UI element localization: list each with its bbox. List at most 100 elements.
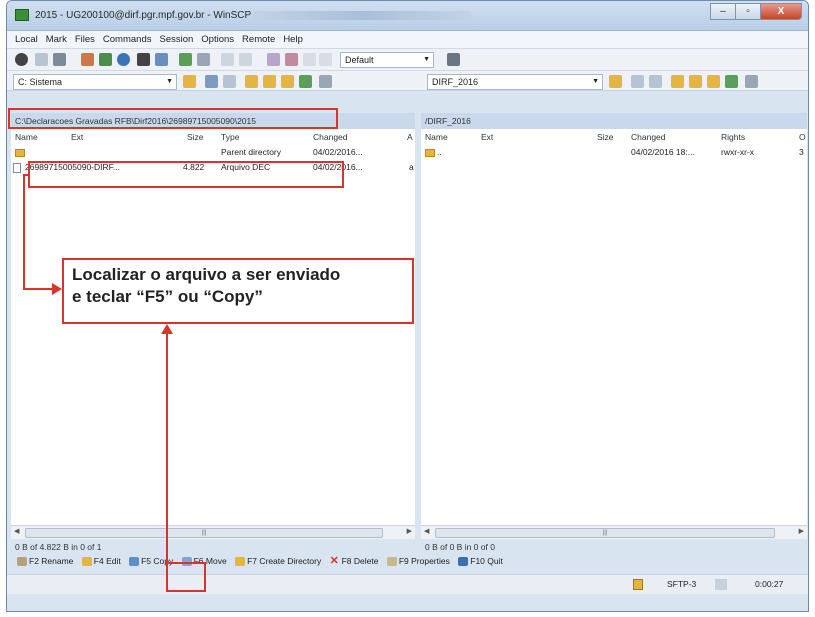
root-directory-icon[interactable] (263, 75, 276, 88)
lock-icon (633, 579, 643, 590)
refresh-local-icon[interactable] (299, 75, 312, 88)
filter-icon[interactable] (267, 53, 280, 66)
remote-forward-icon[interactable] (649, 75, 662, 88)
col-attr[interactable]: A (407, 131, 413, 144)
left-drive-value: C: Sistema (18, 77, 63, 87)
queue-icon[interactable] (179, 53, 192, 66)
remote-find-icon[interactable] (745, 75, 758, 88)
f7-create-directory-button[interactable]: F7 Create Directory (235, 556, 321, 567)
parent-folder-icon (425, 145, 435, 159)
menu-remote[interactable]: Remote (242, 34, 275, 45)
minus-icon[interactable] (239, 53, 252, 66)
window-title: 2015 - UG200100@dirf.pgr.mpf.gov.br - Wi… (35, 10, 252, 21)
menu-mark[interactable]: Mark (46, 34, 67, 45)
refresh-icon[interactable] (117, 53, 130, 66)
row-owner: 3 (799, 147, 804, 157)
find-icon[interactable] (319, 75, 332, 88)
remote-parent-icon[interactable] (671, 75, 684, 88)
forward-icon[interactable] (223, 75, 236, 88)
menu-session[interactable]: Session (159, 34, 193, 45)
preferences-icon[interactable] (15, 53, 28, 66)
title-bar: 2015 - UG200100@dirf.pgr.mpf.gov.br - Wi… (7, 1, 808, 31)
refresh-remote-icon[interactable] (725, 75, 738, 88)
console-icon[interactable] (137, 53, 150, 66)
f4-edit-button[interactable]: F4 Edit (81, 556, 121, 567)
putty-icon[interactable] (155, 53, 168, 66)
scroll-left-icon[interactable]: ◀ (424, 527, 429, 535)
col-rights[interactable]: Rights (721, 131, 745, 144)
col-size[interactable]: Size (597, 131, 614, 144)
scroll-left-icon[interactable]: ◀ (14, 527, 19, 535)
col-type[interactable]: Type (221, 131, 239, 144)
chevron-down-icon: ▼ (423, 56, 430, 63)
left-drive-combo[interactable]: C: Sistema ▼ (13, 74, 177, 90)
scroll-thumb[interactable]: ||| (435, 528, 775, 538)
path-row: C: Sistema ▼ DIRF_2016 ▼ (7, 71, 808, 91)
session-combo[interactable]: Default ▼ (340, 52, 434, 68)
table-row[interactable]: Parent directory 04/02/2016... (11, 145, 415, 159)
remote-path[interactable]: /DIRF_2016 (421, 113, 807, 129)
scroll-thumb[interactable]: ||| (25, 528, 383, 538)
col-ext[interactable]: Ext (71, 131, 83, 144)
arrow-line-vertical (23, 174, 25, 290)
open-remote-directory-icon[interactable] (609, 75, 622, 88)
tool2-icon[interactable] (319, 53, 332, 66)
synchronize-icon[interactable] (81, 53, 94, 66)
transfer-settings-icon[interactable] (197, 53, 210, 66)
remote-hscrollbar[interactable]: ◀ ||| ▶ (421, 525, 807, 539)
transfer-preset-icon[interactable] (447, 53, 460, 66)
remote-root-icon[interactable] (689, 75, 702, 88)
f2-rename-label: F2 Rename (29, 556, 74, 566)
tool-icon[interactable] (303, 53, 316, 66)
arrow-up-icon (161, 324, 173, 334)
right-dir-combo[interactable]: DIRF_2016 ▼ (427, 74, 603, 90)
col-owner[interactable]: O (799, 131, 806, 144)
delete-icon: ✕ (329, 555, 339, 568)
status-bar: SFTP-3 0:00:27 (7, 574, 808, 594)
col-changed[interactable]: Changed (313, 131, 348, 144)
parent-directory-icon[interactable] (245, 75, 258, 88)
local-icon[interactable] (35, 53, 48, 66)
quit-icon (458, 557, 469, 567)
local-hscrollbar[interactable]: ◀ ||| ▶ (11, 525, 415, 539)
scroll-right-icon[interactable]: ▶ (799, 527, 804, 535)
menu-files[interactable]: Files (75, 34, 95, 45)
keep-up-to-date-icon[interactable] (53, 53, 66, 66)
arrow-line-stub (23, 174, 30, 176)
protocol-label: SFTP-3 (667, 579, 697, 589)
open-directory-icon[interactable] (183, 75, 196, 88)
menu-help[interactable]: Help (283, 34, 303, 45)
f2-rename-button[interactable]: F2 Rename (17, 556, 74, 567)
col-size[interactable]: Size (187, 131, 204, 144)
menu-local[interactable]: Local (15, 34, 38, 45)
menu-commands[interactable]: Commands (103, 34, 152, 45)
col-changed[interactable]: Changed (631, 131, 666, 144)
plus-icon[interactable] (221, 53, 234, 66)
file-icon (13, 160, 23, 174)
row-type: Parent directory (221, 147, 281, 157)
f5-copy-highlight-box (166, 562, 206, 592)
col-name[interactable]: Name (425, 131, 448, 144)
function-key-bar: F2 Rename F4 Edit F5 Copy F6 Move F7 Cre… (17, 556, 509, 570)
close-button[interactable]: X (760, 3, 802, 20)
scroll-right-icon[interactable]: ▶ (407, 527, 412, 535)
f8-delete-button[interactable]: ✕ F8 Delete (329, 555, 379, 568)
remote-home-icon[interactable] (707, 75, 720, 88)
f10-quit-button[interactable]: F10 Quit (458, 556, 503, 567)
f9-properties-button[interactable]: F9 Properties (386, 556, 450, 567)
sort-icon[interactable] (285, 53, 298, 66)
menu-options[interactable]: Options (201, 34, 234, 45)
remote-panel[interactable]: /DIRF_2016 Name Ext Size Changed Rights … (421, 113, 807, 539)
minimize-button[interactable]: – (710, 3, 736, 20)
home-directory-icon[interactable] (281, 75, 294, 88)
new-folder-icon (235, 557, 246, 567)
back-icon[interactable] (205, 75, 218, 88)
remote-back-icon[interactable] (631, 75, 644, 88)
maximize-button[interactable]: ▫ (735, 3, 761, 20)
col-name[interactable]: Name (15, 131, 38, 144)
remote-status: 0 B of 0 B in 0 of 0 (425, 542, 495, 552)
table-row[interactable]: .. 04/02/2016 18:... rwxr-xr-x 3 (421, 145, 807, 159)
col-ext[interactable]: Ext (481, 131, 493, 144)
callout-line-1: Localizar o arquivo a ser enviado (72, 265, 341, 284)
compare-icon[interactable] (99, 53, 112, 66)
